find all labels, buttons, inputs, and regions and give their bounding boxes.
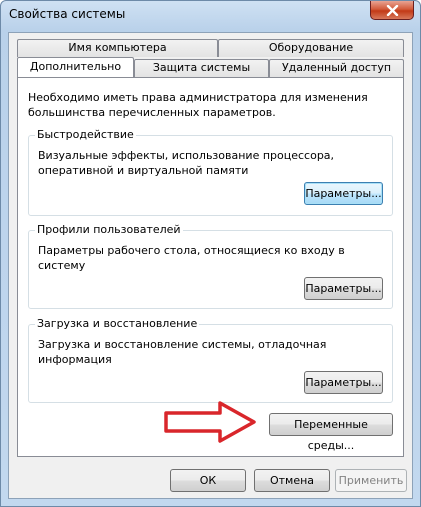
user-profiles-settings-button[interactable]: Параметры... [304, 277, 383, 300]
title-bar[interactable]: Свойства системы [1, 1, 420, 27]
cancel-button[interactable]: Отмена [254, 469, 330, 492]
group-description: Загрузка и восстановление системы, отлад… [38, 338, 327, 366]
tab-label: Защита системы [152, 61, 251, 74]
user-profiles-group: Профили пользователей Параметры рабочего… [28, 223, 393, 309]
tab-label: Дополнительно [29, 60, 122, 73]
tab-label: Оборудование [268, 41, 354, 54]
tab-label: Имя компьютера [68, 41, 167, 54]
tab-system-protection[interactable]: Защита системы [134, 59, 269, 77]
tab-advanced[interactable]: Дополнительно [17, 57, 134, 77]
ok-button[interactable]: ОК [170, 469, 246, 492]
apply-button[interactable]: Применить [335, 469, 407, 492]
startup-recovery-group: Загрузка и восстановление Загрузка и вос… [28, 317, 393, 403]
group-description: Параметры рабочего стола, относящиеся ко… [38, 244, 345, 272]
tab-label: Удаленный доступ [281, 61, 392, 74]
group-title: Профили пользователей [35, 223, 183, 237]
tab-hardware[interactable]: Оборудование [218, 39, 404, 57]
admin-rights-notice: Необходимо иметь права администратора дл… [28, 91, 368, 119]
close-button[interactable] [370, 1, 414, 20]
performance-group: Быстродействие Визуальные эффекты, испол… [28, 128, 393, 216]
window-title: Свойства системы [9, 7, 126, 21]
environment-variables-button[interactable]: Переменные среды... [269, 413, 393, 452]
right-arrow-icon [164, 401, 256, 443]
tab-remote-access[interactable]: Удаленный доступ [269, 59, 404, 77]
group-title: Загрузка и восстановление [35, 317, 200, 331]
close-icon [386, 4, 398, 16]
tab-computer-name[interactable]: Имя компьютера [17, 39, 218, 57]
performance-settings-button[interactable]: Параметры... [304, 182, 383, 205]
system-properties-window: Свойства системы Имя компьютера Оборудов… [0, 0, 421, 507]
group-description: Визуальные эффекты, использование процес… [38, 149, 335, 177]
group-title: Быстродействие [35, 128, 136, 142]
startup-recovery-settings-button[interactable]: Параметры... [304, 371, 383, 394]
